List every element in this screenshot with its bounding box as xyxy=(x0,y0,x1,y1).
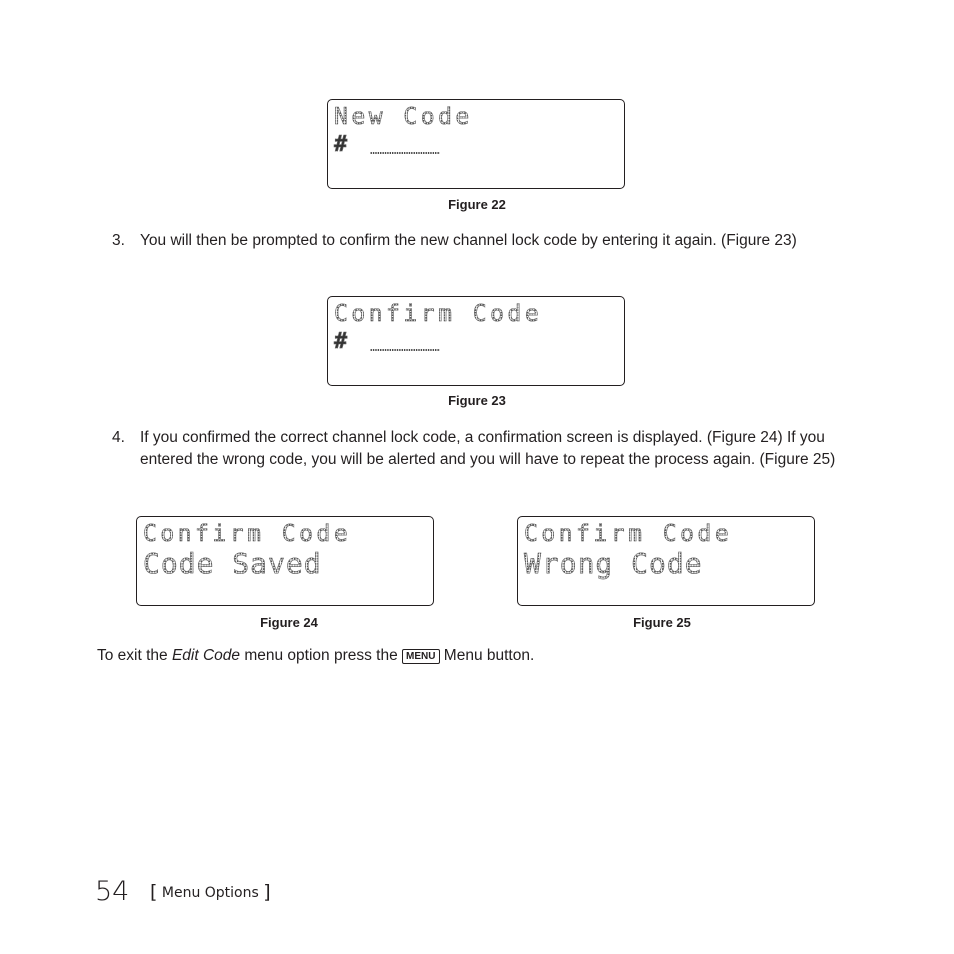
step-4: 4. If you confirmed the correct channel … xyxy=(112,427,902,493)
lcd-line-1: Confirm Code xyxy=(143,521,352,548)
step-text: If you confirmed the correct channel loc… xyxy=(140,429,836,468)
step-3: 3. You will then be prompted to confirm … xyxy=(112,230,902,274)
lcd-figure-22: New Code # xyxy=(327,99,625,189)
code-entry-placeholder xyxy=(370,349,440,351)
hash-icon: # xyxy=(334,329,348,355)
lcd-line-1: New Code xyxy=(334,104,473,131)
figure-caption: Figure 22 xyxy=(448,197,506,212)
lcd-line-2: Code Saved xyxy=(143,547,322,581)
exit-prefix: To exit the xyxy=(97,647,172,664)
bracket-close: ] xyxy=(263,881,271,903)
lcd-line-1: Confirm Code xyxy=(524,521,733,548)
step-number: 3. xyxy=(112,232,125,249)
menu-key-icon: MENU xyxy=(402,649,440,664)
section-name: Menu Options xyxy=(161,885,259,901)
hash-icon: # xyxy=(334,132,348,158)
lcd-figure-23: Confirm Code # xyxy=(327,296,625,386)
exit-suffix: Menu button. xyxy=(439,647,535,664)
figure-caption: Figure 25 xyxy=(633,615,691,630)
figure-caption: Figure 24 xyxy=(260,615,318,630)
page-number: 54 xyxy=(95,876,130,907)
lcd-figure-25: Confirm Code Wrong Code xyxy=(517,516,815,606)
code-entry-placeholder xyxy=(370,152,440,154)
lcd-figure-24: Confirm Code Code Saved xyxy=(136,516,434,606)
exit-instruction: To exit the Edit Code menu option press … xyxy=(97,647,534,665)
lcd-line-1: Confirm Code xyxy=(334,301,543,328)
lcd-line-2: Wrong Code xyxy=(524,547,703,581)
step-text: You will then be prompted to confirm the… xyxy=(140,232,797,249)
menu-option-name: Edit Code xyxy=(171,647,241,664)
exit-middle: menu option press the xyxy=(240,647,403,664)
figure-caption: Figure 23 xyxy=(448,393,506,408)
bracket-open: [ xyxy=(150,881,158,903)
section-label: [ Menu Options ] xyxy=(150,881,271,903)
step-number: 4. xyxy=(112,429,125,446)
